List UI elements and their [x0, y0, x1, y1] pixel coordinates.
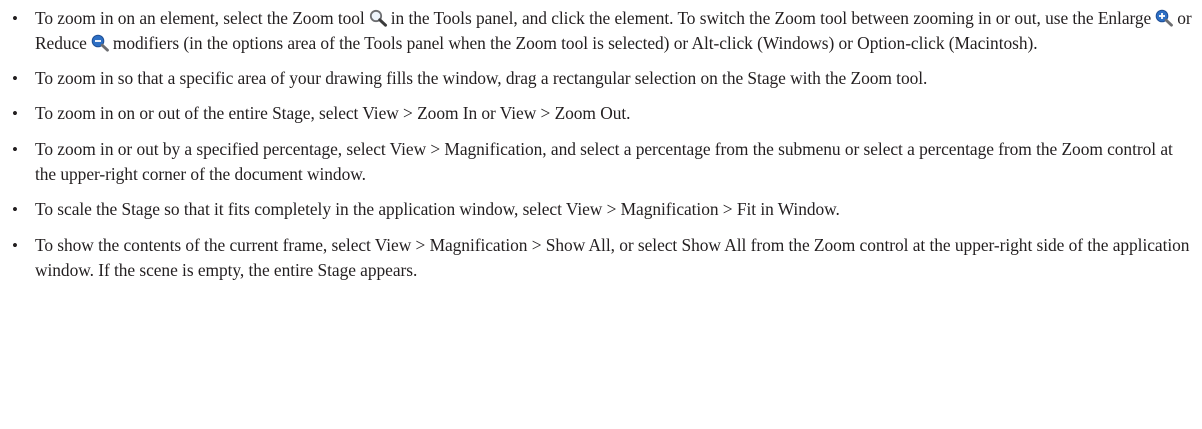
bullet-marker: •: [12, 104, 18, 123]
reduce-icon: [90, 34, 110, 52]
item-text: To zoom in on or out of the entire Stage…: [35, 103, 631, 123]
list-item: • To zoom in on or out of the entire Sta…: [12, 101, 1198, 126]
bullet-marker: •: [12, 236, 18, 255]
zoom-tool-icon: [368, 9, 388, 27]
document-page: • To zoom in on an element, select the Z…: [0, 0, 1202, 429]
item-text: To zoom in on an element, select the Zoo…: [35, 8, 365, 28]
list-item: • To zoom in so that a specific area of …: [12, 66, 1198, 91]
list-item: • To zoom in or out by a specified perce…: [12, 137, 1198, 187]
item-text: To show the contents of the current fram…: [35, 235, 1190, 280]
item-text: To zoom in or out by a specified percent…: [35, 139, 1173, 184]
bullet-marker: •: [12, 200, 18, 219]
item-text: in the Tools panel, and click the elemen…: [390, 8, 1152, 28]
item-text: To scale the Stage so that it fits compl…: [35, 199, 840, 219]
list-item: • To show the contents of the current fr…: [12, 233, 1198, 283]
list-item: • To scale the Stage so that it fits com…: [12, 197, 1198, 222]
zoom-instructions-list: • To zoom in on an element, select the Z…: [12, 6, 1198, 283]
bullet-marker: •: [12, 69, 18, 88]
enlarge-icon: [1154, 9, 1174, 27]
list-item: • To zoom in on an element, select the Z…: [12, 6, 1198, 56]
item-text: modifiers (in the options area of the To…: [112, 33, 1038, 53]
bullet-marker: •: [12, 140, 18, 159]
bullet-marker: •: [12, 9, 18, 28]
item-text: To zoom in so that a specific area of yo…: [35, 68, 928, 88]
